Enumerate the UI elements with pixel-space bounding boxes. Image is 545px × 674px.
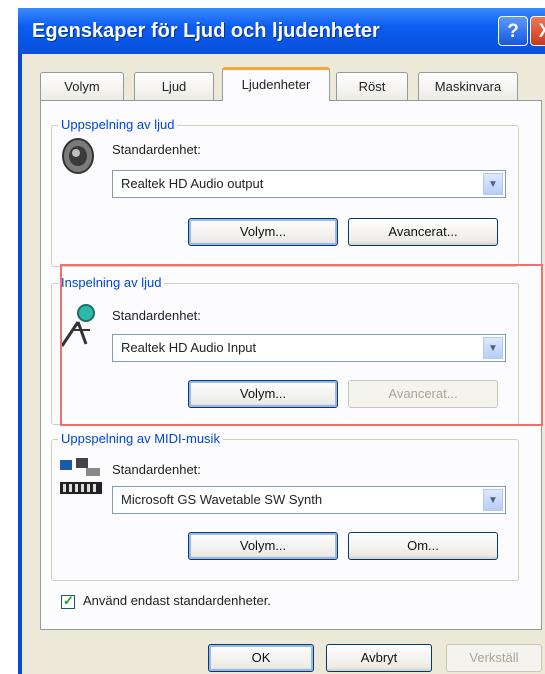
playback-advanced-button[interactable]: Avancerat... [348, 218, 498, 246]
playback-group: Uppspelning av ljud Standardenhet: Realt… [51, 117, 519, 267]
playback-legend: Uppspelning av ljud [58, 117, 178, 132]
midi-device-value: Microsoft GS Wavetable SW Synth [121, 492, 323, 507]
playback-volume-button[interactable]: Volym... [188, 218, 338, 246]
highlight-box [60, 264, 543, 426]
tab-sounds[interactable]: Ljud [134, 72, 214, 100]
midi-volume-button[interactable]: Volym... [188, 532, 338, 560]
midi-keyboard-icon [60, 458, 102, 494]
playback-device-value: Realtek HD Audio output [121, 176, 264, 191]
midi-group: Uppspelning av MIDI-musik Standardenhet:… [51, 431, 519, 581]
midi-device-label: Standardenhet: [112, 462, 201, 477]
tab-hardware[interactable]: Maskinvara [418, 72, 518, 100]
speaker-icon [62, 138, 94, 174]
chevron-down-icon: ▼ [483, 489, 503, 511]
midi-about-button[interactable]: Om... [348, 532, 498, 560]
checkmark-icon: ✓ [63, 593, 74, 608]
title-bar[interactable]: Egenskaper för Ljud och ljudenheter ? X [18, 8, 545, 54]
help-button[interactable]: ? [498, 16, 528, 46]
use-default-only-checkbox[interactable]: ✓ [61, 593, 75, 609]
midi-legend: Uppspelning av MIDI-musik [58, 431, 223, 446]
playback-device-select[interactable]: Realtek HD Audio output ▼ [112, 170, 506, 198]
cancel-button[interactable]: Avbryt [326, 644, 432, 672]
apply-button: Verkställ [446, 644, 542, 672]
playback-device-label: Standardenhet: [112, 142, 201, 157]
tab-volume[interactable]: Volym [40, 72, 124, 100]
use-default-only-label[interactable]: Använd endast standardenheter. [83, 593, 271, 608]
tab-voice[interactable]: Röst [336, 72, 408, 100]
midi-device-select[interactable]: Microsoft GS Wavetable SW Synth ▼ [112, 486, 506, 514]
tab-audio-devices[interactable]: Ljudenheter [222, 67, 330, 101]
close-button[interactable]: X [530, 16, 545, 46]
ok-button[interactable]: OK [208, 644, 314, 672]
chevron-down-icon: ▼ [483, 173, 503, 195]
window-title: Egenskaper för Ljud och ljudenheter [32, 20, 380, 42]
